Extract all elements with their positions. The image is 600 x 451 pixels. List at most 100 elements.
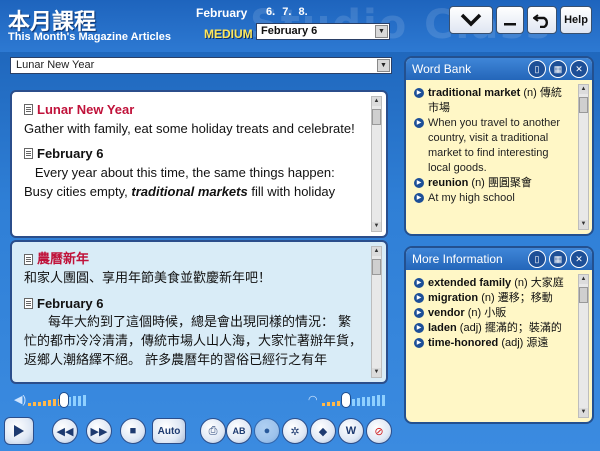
volume-slider[interactable]: ◀) [14, 392, 94, 408]
body-text: fill with holiday [247, 184, 336, 199]
vocab-text: extended family (n) 大家庭 [428, 276, 564, 291]
auto-button[interactable]: Auto [152, 418, 186, 444]
dictionary-button[interactable]: ◆ [310, 418, 336, 444]
scroll-up-icon[interactable]: ▲ [372, 97, 381, 106]
help-button[interactable]: Help [560, 6, 592, 34]
scroll-down-icon[interactable]: ▼ [579, 220, 588, 229]
vocab-word[interactable]: laden [428, 322, 457, 334]
speaker-icon[interactable]: ▶ [414, 323, 424, 333]
vocab-example: At my high school [428, 192, 515, 204]
scroll-down-icon[interactable]: ▼ [372, 222, 381, 231]
play-button[interactable] [4, 417, 34, 445]
document-icon [24, 104, 33, 115]
word-bank-title: Word Bank [412, 62, 472, 76]
speaker-icon[interactable]: ▶ [414, 193, 424, 203]
rewind-icon: ◀◀ [56, 425, 74, 438]
more-information-scrollbar[interactable]: ▲ ▼ [578, 274, 589, 418]
speaker-icon[interactable]: ▶ [414, 338, 424, 348]
minimize-button[interactable] [496, 6, 524, 34]
rewind-button[interactable]: ◀◀ [52, 418, 78, 444]
day-links[interactable]: 6. 7. 8. [266, 6, 308, 18]
article-select-dropdown[interactable]: Lunar New Year ▼ [10, 57, 392, 74]
article-intro-zh: 和家人團圓、享用年節美食並歡慶新年吧！ [24, 271, 272, 286]
vocab-pos: (n) [514, 277, 528, 289]
stop-button[interactable]: ■ [120, 418, 146, 444]
speaker-icon[interactable]: ▶ [414, 88, 424, 98]
vocab-word[interactable]: extended family [428, 277, 511, 289]
level-bar [83, 394, 86, 406]
speaker-icon[interactable]: ▶ [414, 118, 424, 128]
highlighted-term[interactable]: traditional markets [131, 184, 247, 199]
no-subtitle-button[interactable]: ⊘ [366, 418, 392, 444]
collapse-button[interactable] [449, 6, 493, 34]
vocab-translation: 擺滿的；裝滿的 [484, 322, 562, 334]
book-icon[interactable]: ▯ [528, 60, 546, 78]
scroll-down-icon[interactable]: ▼ [372, 368, 381, 377]
level-bar [357, 398, 360, 406]
vocab-translation: 大家庭 [530, 277, 564, 289]
vocab-entry: ▶ laden (adj) 擺滿的；裝滿的 [414, 321, 572, 336]
more-information-list: ▶ extended family (n) 大家庭 ▶ migration (n) 遷… [406, 272, 576, 420]
vocab-word[interactable]: vendor [428, 307, 465, 319]
speaker-icon[interactable]: ▶ [414, 308, 424, 318]
speaker-icon[interactable]: ▶ [414, 278, 424, 288]
chevron-down-icon[interactable]: ▼ [375, 25, 388, 38]
vocab-word[interactable]: reunion [428, 177, 468, 189]
more-information-panel: More Information ▯ ▦ ✕ ▶ extended family … [404, 246, 594, 424]
more-information-title: More Information [412, 252, 503, 266]
word-button[interactable]: W [338, 418, 364, 444]
vocab-pos: (adj) [501, 337, 524, 349]
level-bar [332, 401, 335, 406]
scroll-thumb[interactable] [372, 109, 381, 125]
paragraph-heading[interactable]: Lunar New Year [24, 100, 364, 119]
grid-icon[interactable]: ▦ [549, 250, 567, 268]
close-icon[interactable]: ✕ [570, 60, 588, 78]
level-label: MEDIUM [204, 27, 253, 41]
vocab-word[interactable]: traditional market [428, 87, 520, 99]
level-bar [53, 399, 56, 406]
scroll-thumb[interactable] [372, 259, 381, 275]
level-bar [48, 400, 51, 406]
paragraph-heading[interactable]: February 6 [24, 294, 364, 313]
chinese-scrollbar[interactable]: ▲ ▼ [371, 246, 382, 378]
ab-repeat-button[interactable]: AB [226, 418, 252, 444]
level-bar [78, 395, 81, 406]
article-title: Lunar New Year [37, 102, 135, 117]
fast-forward-button[interactable]: ▶▶ [86, 418, 112, 444]
print-button[interactable]: ⎙ [200, 418, 226, 444]
volume-knob[interactable] [58, 392, 69, 408]
word-bank-scrollbar[interactable]: ▲ ▼ [578, 84, 589, 230]
book-icon[interactable]: ▯ [528, 250, 546, 268]
speed-knob[interactable] [340, 392, 351, 408]
vocab-entry: ▶ traditional market (n) 傳統市場 [414, 86, 572, 116]
english-scrollbar[interactable]: ▲ ▼ [371, 96, 382, 232]
scroll-up-icon[interactable]: ▲ [372, 247, 381, 256]
record-button[interactable]: ● [254, 418, 280, 444]
level-bar [43, 400, 46, 406]
vocab-translation: 小販 [484, 307, 507, 319]
header-bar: Studio Class 本月課程 This Month's Magazine … [0, 0, 600, 52]
english-reading-pane[interactable]: Lunar New Year Gather with family, eat s… [10, 90, 388, 238]
paragraph-heading[interactable]: 農曆新年 [24, 250, 364, 269]
scroll-down-icon[interactable]: ▼ [579, 408, 588, 417]
vocab-word[interactable]: migration [428, 292, 478, 304]
speaker-icon[interactable]: ▶ [414, 293, 424, 303]
chevron-down-icon[interactable]: ▼ [377, 59, 390, 72]
vocab-example-row: ▶ At my high school [414, 191, 572, 206]
day-select-dropdown[interactable]: February 6 ▼ [256, 23, 390, 40]
scroll-up-icon[interactable]: ▲ [579, 85, 588, 94]
scroll-thumb[interactable] [579, 287, 588, 303]
scroll-thumb[interactable] [579, 97, 588, 113]
close-icon[interactable]: ✕ [570, 250, 588, 268]
back-button[interactable] [527, 6, 557, 34]
chinese-reading-pane[interactable]: 農曆新年 和家人團圓、享用年節美食並歡慶新年吧！ February 6 每年大約… [10, 240, 388, 384]
scroll-up-icon[interactable]: ▲ [579, 275, 588, 284]
vocab-word[interactable]: time-honored [428, 337, 498, 349]
speaker-icon[interactable]: ▶ [414, 178, 424, 188]
paragraph-heading[interactable]: February 6 [24, 144, 364, 163]
level-bar [362, 397, 365, 406]
speed-slider[interactable]: ◠ [308, 392, 394, 408]
grid-icon[interactable]: ▦ [549, 60, 567, 78]
vocab-pos: (n) [467, 307, 482, 319]
settings-button[interactable]: ✲ [282, 418, 308, 444]
